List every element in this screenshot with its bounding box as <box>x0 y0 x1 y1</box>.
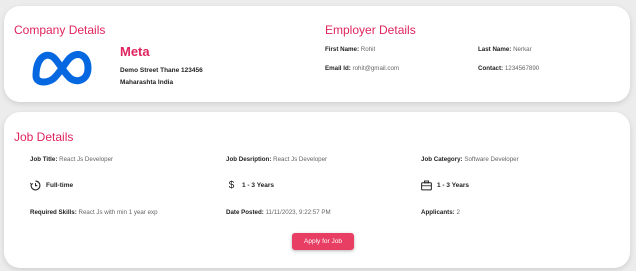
job-type-value: Full-time <box>46 182 74 189</box>
applicants-value: 2 <box>456 209 460 216</box>
job-description-field: Job Desription: React Js Developer <box>226 156 327 163</box>
date-posted-field: Date Posted: 11/11/2023, 9:22:57 PM <box>226 209 331 216</box>
job-details-title: Job Details <box>14 130 74 144</box>
employer-first-name: First Name: Rohit <box>325 46 375 53</box>
date-posted-label: Date Posted: <box>226 209 264 216</box>
job-type: Full-time <box>30 180 73 191</box>
employer-details-title: Employer Details <box>325 23 416 37</box>
apply-for-job-button[interactable]: Apply for Job <box>292 233 354 250</box>
applicants-field: Applicants: 2 <box>421 209 460 216</box>
dollar-icon: $ <box>228 180 235 191</box>
email-label: Email Id: <box>325 65 351 72</box>
applicants-label: Applicants: <box>421 209 455 216</box>
last-name-value: Nerkar <box>513 46 532 53</box>
contact-value: 1234567890 <box>504 65 540 72</box>
job-details-card: Job Details Job Title: React Js Develope… <box>4 112 630 268</box>
company-address-line1: Demo Street Thane 123456 <box>120 67 203 74</box>
date-posted-value: 11/11/2023, 9:22:57 PM <box>265 209 331 216</box>
job-title-label: Job Title: <box>30 156 58 163</box>
first-name-value: Rohit <box>360 46 376 53</box>
required-skills-label: Required Skills: <box>30 209 77 216</box>
job-description-value: React Js Developer <box>273 156 328 163</box>
job-category-value: Software Developer <box>464 156 519 163</box>
briefcase-icon <box>421 180 432 191</box>
job-title-value: React Js Developer <box>59 156 114 163</box>
job-description-label: Job Desription: <box>226 156 272 163</box>
email-value: rohit@gmail.com <box>352 65 400 72</box>
job-title-field: Job Title: React Js Developer <box>30 156 113 163</box>
job-salary: $ 1 - 3 Years <box>226 180 274 191</box>
required-skills-value: React Js with min 1 year exp <box>78 209 158 216</box>
first-name-label: First Name: <box>325 46 360 53</box>
employer-contact: Contact: 1234567890 <box>478 65 539 72</box>
employer-email: Email Id: rohit@gmail.com <box>325 65 399 72</box>
meta-logo-icon <box>32 50 92 86</box>
job-experience: 1 - 3 Years <box>421 180 469 191</box>
contact-label: Contact: <box>478 65 504 72</box>
company-employer-card: Company Details Meta Demo Street Thane 1… <box>4 6 630 102</box>
job-category-label: Job Category: <box>421 156 463 163</box>
company-name: Meta <box>120 44 150 59</box>
job-experience-value: 1 - 3 Years <box>437 182 470 189</box>
job-category-field: Job Category: Software Developer <box>421 156 519 163</box>
job-salary-value: 1 - 3 Years <box>242 182 275 189</box>
required-skills-field: Required Skills: React Js with min 1 yea… <box>30 209 158 216</box>
last-name-label: Last Name: <box>478 46 512 53</box>
company-details-title: Company Details <box>14 23 106 37</box>
company-address-line2: Maharashta India <box>120 79 174 86</box>
employer-last-name: Last Name: Nerkar <box>478 46 532 53</box>
clock-icon <box>30 180 41 191</box>
